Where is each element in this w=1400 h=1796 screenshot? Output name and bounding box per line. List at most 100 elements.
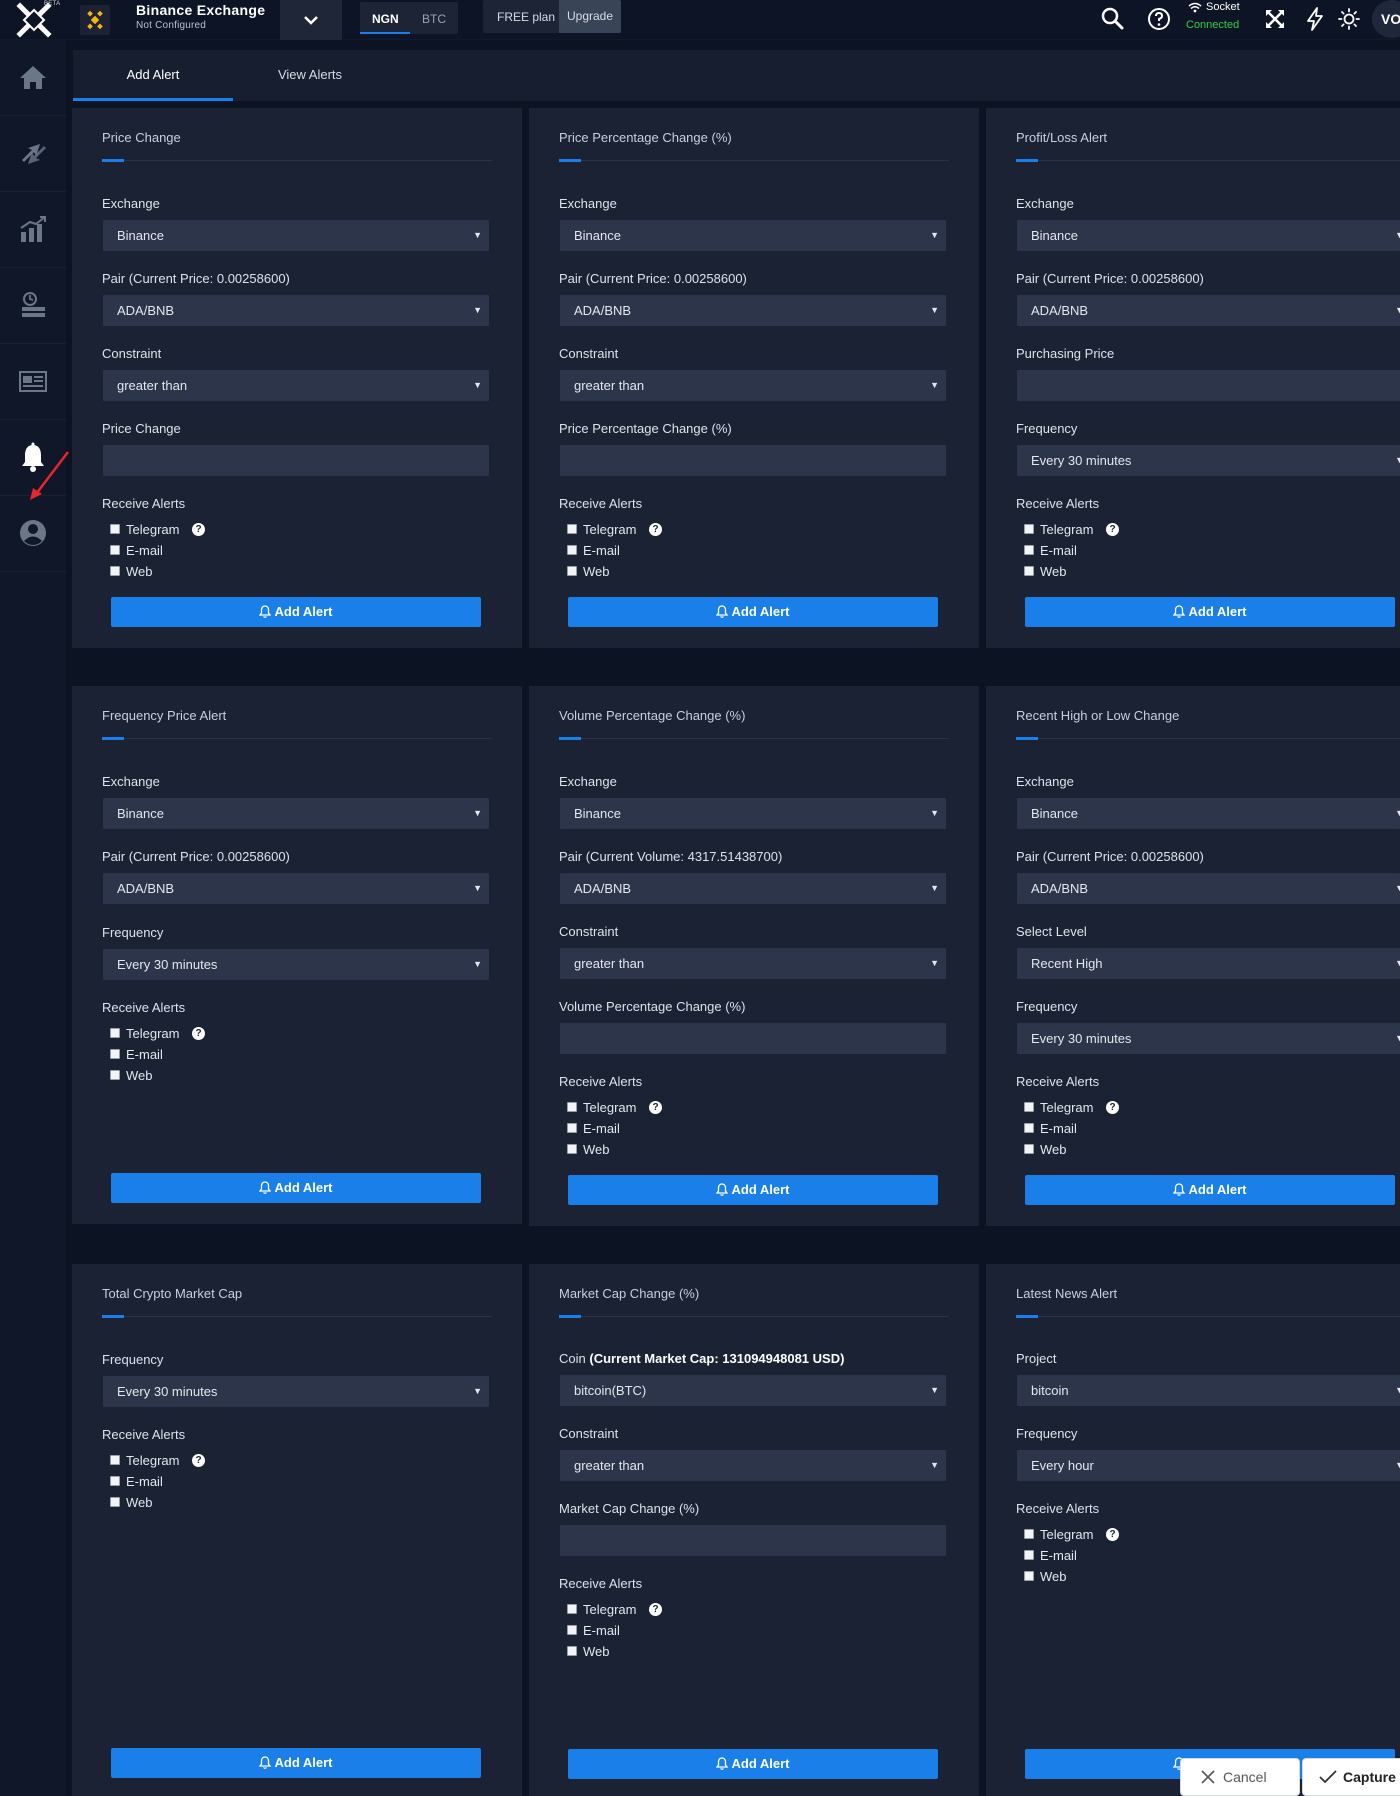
- email-checkbox[interactable]: [1024, 1123, 1034, 1133]
- help-icon[interactable]: ?: [192, 1027, 205, 1040]
- help-circle-icon[interactable]: [1146, 6, 1172, 32]
- market-cap-change-label: Market Cap Change (%): [559, 1501, 700, 1516]
- user-avatar[interactable]: VO: [1372, 0, 1400, 38]
- pair-select[interactable]: ADA/BNB ▼: [103, 295, 489, 326]
- web-checkbox[interactable]: [1024, 566, 1034, 576]
- currency-option-ngn[interactable]: NGN: [372, 12, 399, 26]
- frequency-select[interactable]: Every 30 minutes ▼: [103, 949, 489, 980]
- app-logo-icon[interactable]: [16, 2, 52, 38]
- web-checkbox[interactable]: [567, 566, 577, 576]
- pair-select[interactable]: ADA/BNB ▼: [1017, 873, 1400, 904]
- constraint-select[interactable]: greater than ▼: [103, 370, 489, 401]
- purchasing-price-input[interactable]: [1017, 370, 1400, 401]
- exchange-select[interactable]: Binance ▼: [103, 220, 489, 251]
- upgrade-button[interactable]: Upgrade: [559, 0, 621, 33]
- chart-icon: [20, 216, 46, 242]
- telegram-checkbox[interactable]: [1024, 1102, 1034, 1112]
- email-checkbox[interactable]: [567, 1625, 577, 1635]
- exchange-select[interactable]: Binance ▼: [560, 798, 946, 829]
- sidebar-item-profile[interactable]: [0, 496, 66, 572]
- telegram-checkbox[interactable]: [1024, 1529, 1034, 1539]
- help-icon[interactable]: ?: [649, 1603, 662, 1616]
- tab-view-alerts[interactable]: View Alerts: [233, 50, 387, 101]
- help-icon[interactable]: ?: [649, 523, 662, 536]
- sun-theme-icon[interactable]: [1336, 6, 1362, 32]
- project-select[interactable]: bitcoin ▼: [1017, 1375, 1400, 1406]
- pair-select[interactable]: ADA/BNB ▼: [560, 873, 946, 904]
- help-icon[interactable]: ?: [1106, 1528, 1119, 1541]
- email-option: E-mail: [110, 542, 210, 560]
- add-alert-button[interactable]: Add Alert: [111, 1748, 481, 1778]
- telegram-checkbox[interactable]: [567, 1102, 577, 1112]
- sidebar-item-trade[interactable]: [0, 116, 66, 192]
- pair-select[interactable]: ADA/BNB ▼: [1017, 295, 1400, 326]
- sidebar-item-portfolio[interactable]: [0, 268, 66, 344]
- currency-option-btc[interactable]: BTC: [422, 12, 446, 26]
- sidebar-item-charts[interactable]: [0, 192, 66, 268]
- cancel-capture-button[interactable]: Cancel: [1180, 1758, 1300, 1796]
- exchange-select[interactable]: Binance ▼: [103, 798, 489, 829]
- help-icon[interactable]: ?: [192, 523, 205, 536]
- web-checkbox[interactable]: [110, 566, 120, 576]
- frequency-select[interactable]: Every 30 minutes ▼: [103, 1376, 489, 1407]
- lightning-icon[interactable]: [1302, 6, 1328, 32]
- add-alert-button[interactable]: Add Alert: [568, 1175, 938, 1205]
- telegram-checkbox[interactable]: [110, 1028, 120, 1038]
- pair-select[interactable]: ADA/BNB ▼: [103, 873, 489, 904]
- email-checkbox[interactable]: [110, 1049, 120, 1059]
- add-alert-button[interactable]: Add Alert: [568, 1749, 938, 1779]
- capture-button[interactable]: Capture: [1302, 1758, 1400, 1796]
- frequency-select[interactable]: Every hour ▼: [1017, 1450, 1400, 1481]
- tab-add-alert[interactable]: Add Alert: [73, 50, 233, 101]
- constraint-select[interactable]: greater than ▼: [560, 1450, 946, 1481]
- volume-percentage-input[interactable]: [560, 1023, 946, 1054]
- web-checkbox[interactable]: [1024, 1571, 1034, 1581]
- help-icon[interactable]: ?: [649, 1101, 662, 1114]
- coin-select[interactable]: bitcoin(BTC) ▼: [560, 1375, 946, 1406]
- web-checkbox[interactable]: [1024, 1144, 1034, 1154]
- help-icon[interactable]: ?: [192, 1454, 205, 1467]
- sidebar-item-home[interactable]: [0, 40, 66, 116]
- help-icon[interactable]: ?: [1106, 1101, 1119, 1114]
- email-checkbox[interactable]: [110, 545, 120, 555]
- add-alert-button[interactable]: Add Alert: [1025, 1175, 1395, 1205]
- telegram-checkbox[interactable]: [110, 1455, 120, 1465]
- add-alert-button[interactable]: Add Alert: [111, 1173, 481, 1203]
- frequency-select[interactable]: Every 30 minutes ▼: [1017, 1023, 1400, 1054]
- email-checkbox[interactable]: [110, 1476, 120, 1486]
- exchange-select[interactable]: Binance ▼: [1017, 220, 1400, 251]
- email-checkbox[interactable]: [567, 1123, 577, 1133]
- caret-down-icon: ▼: [1395, 305, 1400, 315]
- telegram-checkbox[interactable]: [567, 524, 577, 534]
- fullscreen-icon[interactable]: [1262, 6, 1288, 32]
- email-checkbox[interactable]: [1024, 545, 1034, 555]
- exchange-select[interactable]: Binance ▼: [560, 220, 946, 251]
- price-percentage-input[interactable]: [560, 445, 946, 476]
- email-checkbox[interactable]: [1024, 1550, 1034, 1560]
- pair-select[interactable]: ADA/BNB ▼: [560, 295, 946, 326]
- email-checkbox[interactable]: [567, 545, 577, 555]
- email-label: E-mail: [583, 1623, 620, 1638]
- telegram-checkbox[interactable]: [110, 524, 120, 534]
- add-alert-button[interactable]: Add Alert: [1025, 597, 1395, 627]
- email-option: E-mail: [567, 1622, 667, 1640]
- add-alert-button[interactable]: Add Alert: [111, 597, 481, 627]
- constraint-select[interactable]: greater than ▼: [560, 948, 946, 979]
- telegram-checkbox[interactable]: [1024, 524, 1034, 534]
- level-select[interactable]: Recent High ▼: [1017, 948, 1400, 979]
- price-change-input[interactable]: [103, 445, 489, 476]
- web-checkbox[interactable]: [567, 1144, 577, 1154]
- web-checkbox[interactable]: [567, 1646, 577, 1656]
- exchange-dropdown-button[interactable]: [280, 0, 342, 40]
- constraint-select[interactable]: greater than ▼: [560, 370, 946, 401]
- sidebar-item-news[interactable]: [0, 344, 66, 420]
- frequency-select[interactable]: Every 30 minutes ▼: [1017, 445, 1400, 476]
- web-checkbox[interactable]: [110, 1497, 120, 1507]
- add-alert-button[interactable]: Add Alert: [568, 597, 938, 627]
- search-icon[interactable]: [1100, 6, 1126, 32]
- help-icon[interactable]: ?: [1106, 523, 1119, 536]
- exchange-select[interactable]: Binance ▼: [1017, 798, 1400, 829]
- market-cap-change-input[interactable]: [560, 1525, 946, 1556]
- web-checkbox[interactable]: [110, 1070, 120, 1080]
- telegram-checkbox[interactable]: [567, 1604, 577, 1614]
